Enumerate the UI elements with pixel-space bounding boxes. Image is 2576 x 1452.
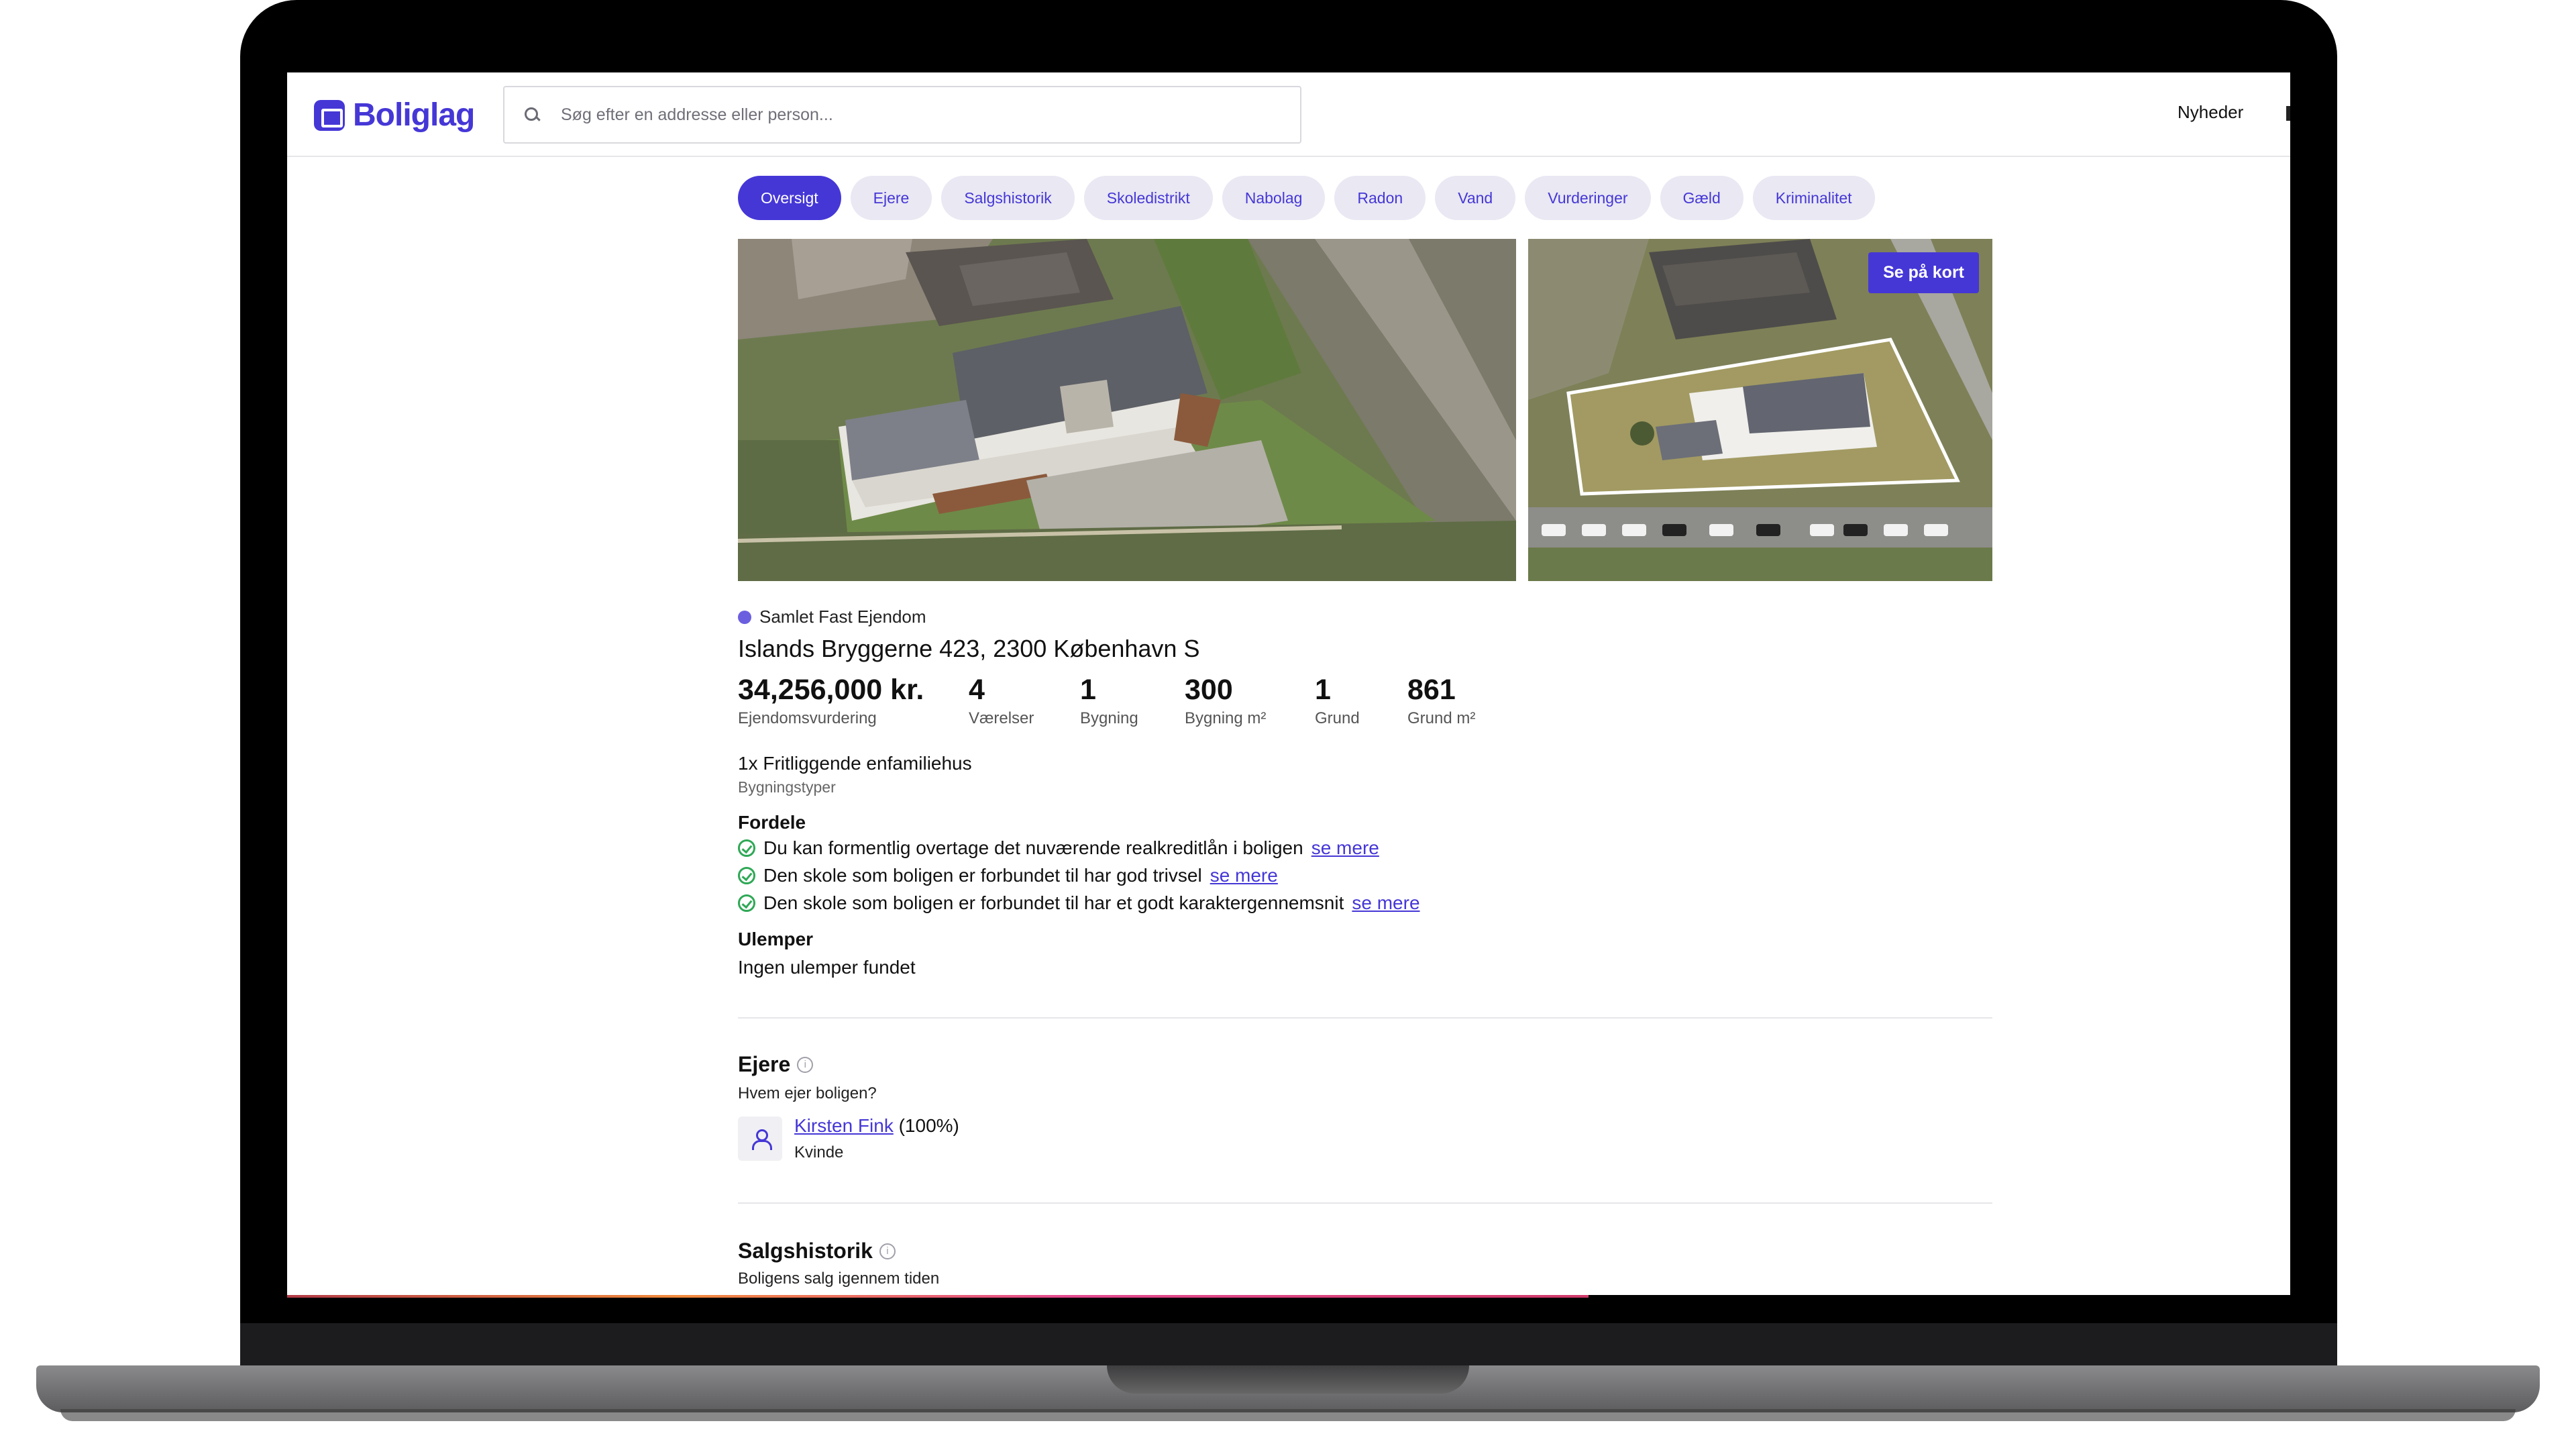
- tab-oversigt[interactable]: Oversigt: [738, 176, 841, 220]
- stat-label: Bygning m²: [1185, 709, 1267, 727]
- pro-item: Den skole som boligen er forbundet til h…: [738, 892, 1420, 914]
- see-more-link[interactable]: se mere: [1311, 837, 1379, 859]
- laptop-screen: Boliglag Nyheder Oversigt Ejere Salgshis…: [287, 72, 2290, 1295]
- stat-value: 300: [1185, 674, 1233, 706]
- nav-news-link[interactable]: Nyheder: [2178, 102, 2243, 123]
- property-type-label: Samlet Fast Ejendom: [759, 607, 926, 627]
- stat-value: 1: [1080, 674, 1096, 706]
- owner-row: Kirsten Fink (100%): [794, 1115, 959, 1137]
- aerial-photo[interactable]: [738, 239, 1516, 581]
- pro-item: Den skole som boligen er forbundet til h…: [738, 865, 1278, 886]
- tab-nabolag[interactable]: Nabolag: [1222, 176, 1326, 220]
- stat-building-area: 300 Bygning m²: [1185, 674, 1266, 728]
- see-more-link[interactable]: se mere: [1352, 892, 1419, 914]
- owner-name-link[interactable]: Kirsten Fink: [794, 1115, 894, 1136]
- section-divider: [738, 1202, 1992, 1204]
- building-type-label: Bygningstyper: [738, 778, 836, 796]
- stat-label: Grund: [1315, 709, 1360, 727]
- search-bar[interactable]: [503, 86, 1301, 144]
- stat-label: Bygning: [1080, 709, 1138, 727]
- property-address: Islands Bryggerne 423, 2300 København S: [738, 635, 1200, 662]
- pro-item-text: Den skole som boligen er forbundet til h…: [763, 865, 1202, 886]
- owners-heading: Ejere i: [738, 1052, 814, 1077]
- map-photo[interactable]: Se på kort: [1528, 239, 1992, 581]
- laptop-notch: [1107, 1365, 1469, 1394]
- tab-gaeld[interactable]: Gæld: [1660, 176, 1743, 220]
- pros-heading: Fordele: [738, 812, 806, 833]
- section-divider: [738, 1017, 1992, 1019]
- stat-value: 4: [969, 674, 985, 706]
- tab-ejere[interactable]: Ejere: [850, 176, 932, 220]
- property-type: Samlet Fast Ejendom: [738, 607, 926, 627]
- cons-heading: Ulemper: [738, 929, 814, 949]
- stat-label: Ejendomsvurdering: [738, 709, 877, 727]
- laptop-base-shadow: [60, 1409, 2516, 1421]
- tab-vand[interactable]: Vand: [1435, 176, 1516, 220]
- search-icon: [523, 106, 541, 123]
- pro-item-text: Den skole som boligen er forbundet til h…: [763, 892, 1344, 913]
- check-circle-icon: [738, 894, 755, 912]
- pro-item-text: Du kan formentlig overtage det nuværende…: [763, 837, 1303, 858]
- stat-value: 1: [1315, 674, 1331, 706]
- top-header: Boliglag Nyheder: [287, 72, 2290, 157]
- person-icon: [750, 1129, 772, 1150]
- logo-text: Boliglag: [353, 97, 475, 133]
- stat-plots: 1 Grund: [1315, 674, 1360, 728]
- owner-share: (100%): [898, 1115, 959, 1136]
- info-icon[interactable]: i: [879, 1243, 896, 1259]
- see-on-map-button[interactable]: Se på kort: [1868, 252, 1979, 293]
- stat-value: 34,256,000 kr.: [738, 674, 924, 706]
- see-more-link[interactable]: se mere: [1210, 865, 1278, 886]
- section-tabs: Oversigt Ejere Salgshistorik Skoledistri…: [738, 176, 1875, 220]
- tab-skoledistrikt[interactable]: Skoledistrikt: [1083, 176, 1213, 220]
- pro-item: Du kan formentlig overtage det nuværende…: [738, 837, 1379, 859]
- stat-label: Værelser: [969, 709, 1034, 727]
- tab-salgshistorik[interactable]: Salgshistorik: [941, 176, 1075, 220]
- logo[interactable]: Boliglag: [314, 97, 475, 134]
- stat-label: Grund m²: [1407, 709, 1476, 727]
- aerial-photo-illustration: [738, 239, 1516, 581]
- tab-radon[interactable]: Radon: [1334, 176, 1426, 220]
- owners-title: Ejere: [738, 1052, 791, 1076]
- property-type-dot-icon: [738, 610, 751, 624]
- check-circle-icon: [738, 839, 755, 857]
- tab-kriminalitet[interactable]: Kriminalitet: [1752, 176, 1875, 220]
- cons-text: Ingen ulemper fundet: [738, 957, 916, 978]
- stat-rooms: 4 Værelser: [969, 674, 1034, 728]
- info-icon[interactable]: i: [797, 1056, 814, 1073]
- stat-plot-area: 861 Grund m²: [1407, 674, 1475, 728]
- stat-buildings: 1 Bygning: [1080, 674, 1138, 728]
- check-circle-icon: [738, 867, 755, 884]
- owners-subtitle: Hvem ejer boligen?: [738, 1084, 877, 1102]
- stat-value: 861: [1407, 674, 1456, 706]
- house-logo-icon: [314, 99, 345, 131]
- search-input[interactable]: [561, 105, 1232, 125]
- building-type: 1x Fritliggende enfamiliehus: [738, 753, 972, 774]
- sales-subtitle: Boligens salg igennem tiden: [738, 1269, 940, 1288]
- sales-title: Salgshistorik: [738, 1239, 873, 1263]
- sales-heading: Salgshistorik i: [738, 1239, 896, 1263]
- stat-valuation: 34,256,000 kr. Ejendomsvurdering: [738, 674, 924, 728]
- tab-vurderinger[interactable]: Vurderinger: [1525, 176, 1651, 220]
- nav-overflow-edge: [2286, 106, 2290, 121]
- owner-gender: Kvinde: [794, 1143, 844, 1161]
- laptop-chin: [240, 1323, 2337, 1369]
- owner-avatar: [738, 1117, 782, 1161]
